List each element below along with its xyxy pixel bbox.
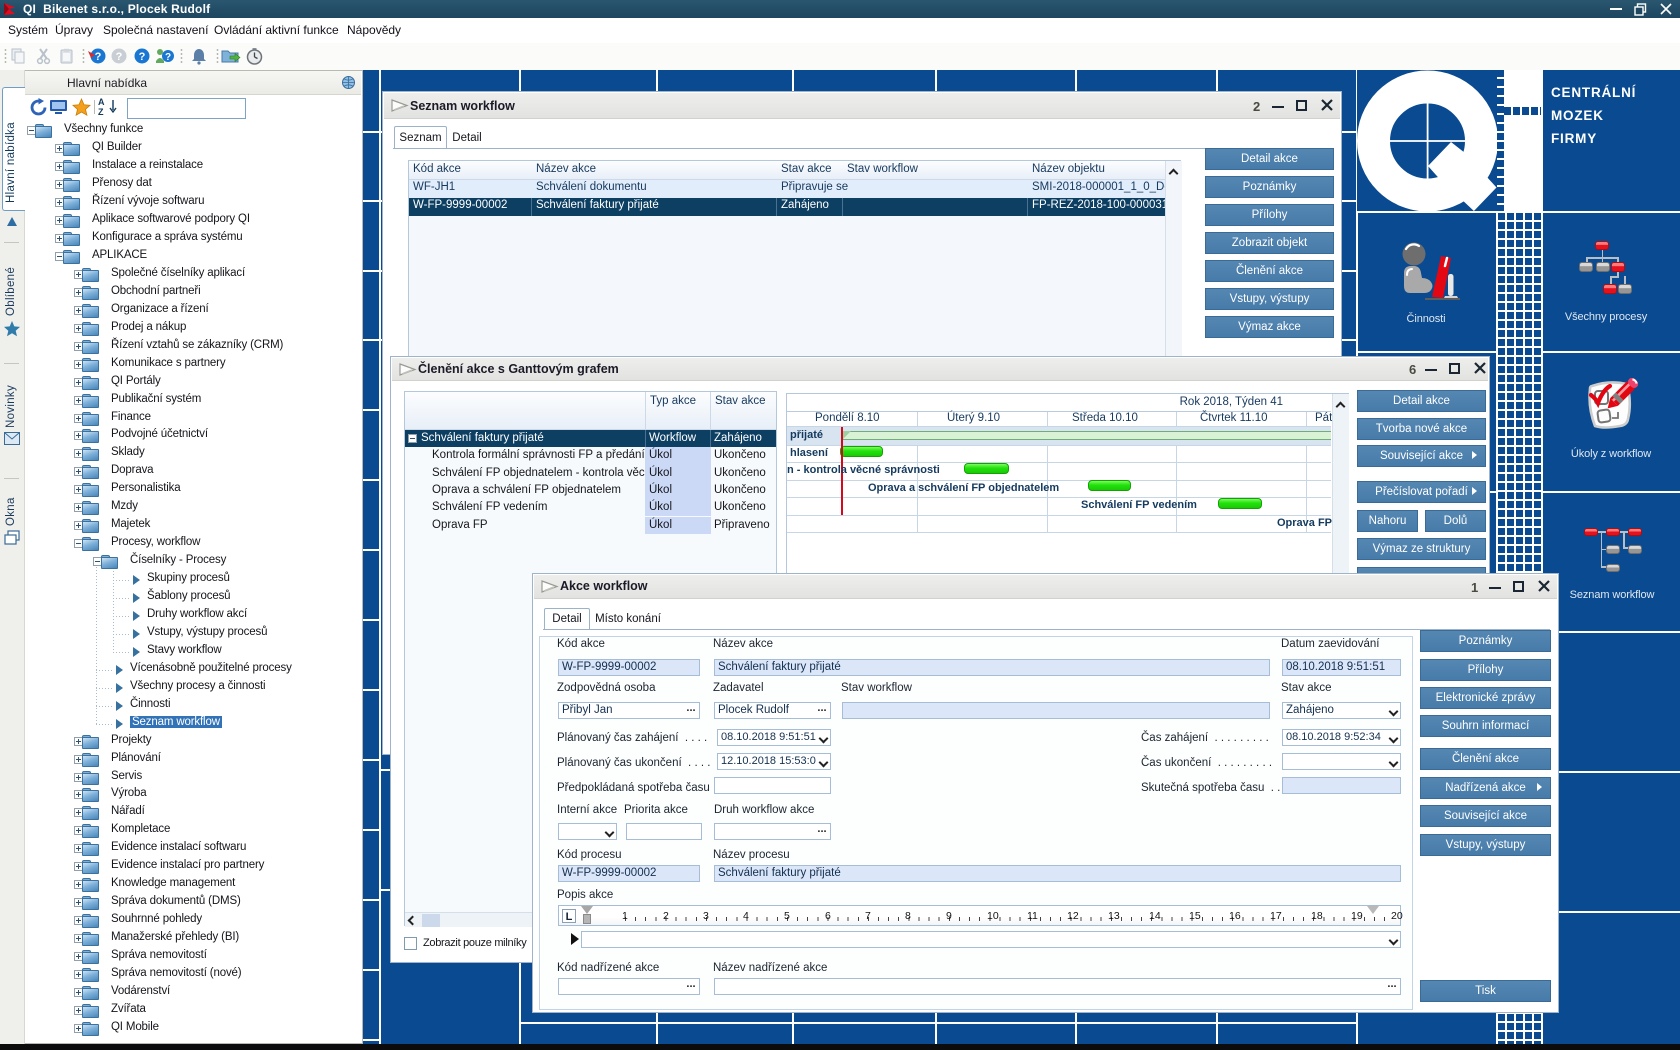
svg-text:?: ? — [116, 51, 123, 63]
svg-text:?: ? — [139, 51, 146, 63]
svg-text:?: ? — [95, 51, 102, 63]
svg-text:?: ? — [165, 52, 171, 63]
